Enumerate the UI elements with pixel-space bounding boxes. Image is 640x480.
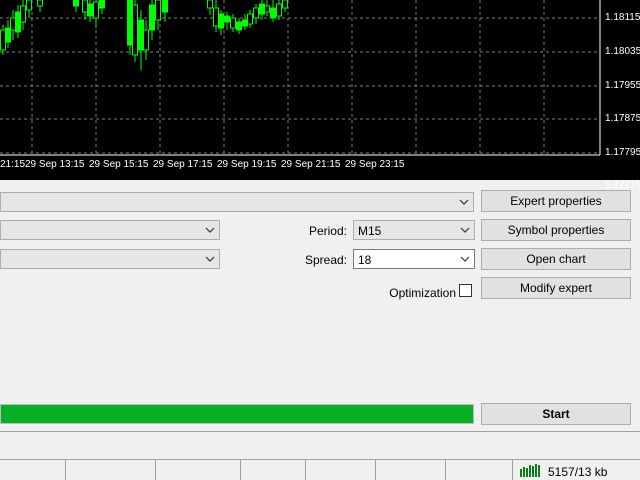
- time-label: 29 Sep 23:15: [345, 159, 405, 170]
- expert-select[interactable]: [0, 192, 474, 212]
- candle-body: [218, 13, 224, 29]
- panel-divider: [0, 431, 640, 432]
- spread-select-value: 18: [358, 253, 372, 267]
- chart-canvas: [0, 0, 601, 156]
- time-label: 29 Sep 13:15: [25, 159, 85, 170]
- status-cell: [155, 460, 156, 480]
- candle-body: [253, 7, 259, 19]
- time-label: 29 Sep 21:15: [281, 159, 341, 170]
- candle-body: [10, 17, 16, 31]
- candle-body: [20, 5, 26, 23]
- expert-properties-button[interactable]: Expert properties: [481, 190, 631, 212]
- candle-body: [26, 0, 32, 11]
- price-label: 1.18115: [605, 12, 640, 23]
- chevron-down-icon: [460, 227, 470, 233]
- chevron-down-icon: [459, 199, 469, 205]
- time-label: 29 Sep 15:15: [89, 159, 149, 170]
- candle-body: [224, 15, 230, 23]
- start-button[interactable]: Start: [481, 403, 631, 425]
- candle-body: [149, 4, 155, 31]
- price-label: 1.17875: [605, 113, 640, 124]
- candle-body: [276, 3, 282, 17]
- optimization-label: Optimization: [389, 286, 456, 300]
- model-select[interactable]: [0, 249, 220, 269]
- spread-label: Spread:: [304, 253, 347, 267]
- chevron-down-icon: [205, 256, 215, 262]
- price-label: 1.17795: [605, 147, 640, 158]
- period-select[interactable]: M15: [353, 220, 475, 240]
- candle-body: [0, 29, 6, 51]
- candle-body: [5, 27, 11, 43]
- candle-body: [132, 4, 138, 56]
- time-label: 21:15: [0, 159, 26, 170]
- candle-body: [247, 13, 253, 25]
- status-cell: [512, 460, 513, 480]
- time-label: 29 Sep 17:15: [153, 159, 213, 170]
- period-label: Period:: [308, 224, 347, 238]
- period-select-value: M15: [358, 224, 382, 238]
- statusbar-divider: [0, 459, 640, 460]
- candle-body: [207, 0, 213, 9]
- time-label: 29 Sep 19:15: [217, 159, 277, 170]
- progress-fill: [1, 405, 473, 423]
- candle-body: [73, 0, 79, 7]
- candle-body: [99, 0, 105, 9]
- chevron-down-icon: [460, 256, 470, 262]
- candle-body: [93, 1, 99, 19]
- status-cell: [375, 460, 376, 480]
- price-label: 1.18035: [605, 46, 640, 57]
- candle-body: [264, 5, 270, 13]
- open-chart-button[interactable]: Open chart: [481, 248, 631, 270]
- symbol-select[interactable]: [0, 220, 220, 240]
- candle-body: [15, 11, 21, 33]
- candle-body: [162, 0, 168, 13]
- status-cell: [65, 460, 66, 480]
- traffic-status: 5157/13 kb: [548, 465, 608, 479]
- candle-body: [87, 3, 93, 17]
- price-chart[interactable]: 1.18115 1.18035 1.17955 1.17875 1.17795 …: [0, 0, 640, 191]
- candle-body: [270, 7, 276, 19]
- candle-body: [230, 17, 236, 29]
- modify-expert-button[interactable]: Modify expert: [481, 277, 631, 299]
- progress-bar: [0, 404, 474, 424]
- candle-body: [138, 19, 144, 51]
- symbol-properties-button[interactable]: Symbol properties: [481, 219, 631, 241]
- candle-body: [37, 0, 43, 7]
- price-label: 1.17955: [605, 80, 640, 91]
- chevron-down-icon: [205, 227, 215, 233]
- candle-body: [282, 0, 288, 9]
- optimization-checkbox[interactable]: [459, 284, 472, 297]
- candle-body: [242, 19, 248, 27]
- candle-body: [236, 21, 242, 31]
- connection-bars-icon: [520, 464, 540, 477]
- candle-body: [143, 29, 149, 51]
- candle-body: [82, 0, 88, 13]
- candle-body: [127, 0, 133, 46]
- status-cell: [445, 460, 446, 480]
- candle-body: [259, 3, 265, 15]
- status-cell: [240, 460, 241, 480]
- spread-select[interactable]: 18: [353, 249, 475, 269]
- status-cell: [305, 460, 306, 480]
- candle-body: [213, 7, 219, 27]
- candle-body: [155, 0, 161, 21]
